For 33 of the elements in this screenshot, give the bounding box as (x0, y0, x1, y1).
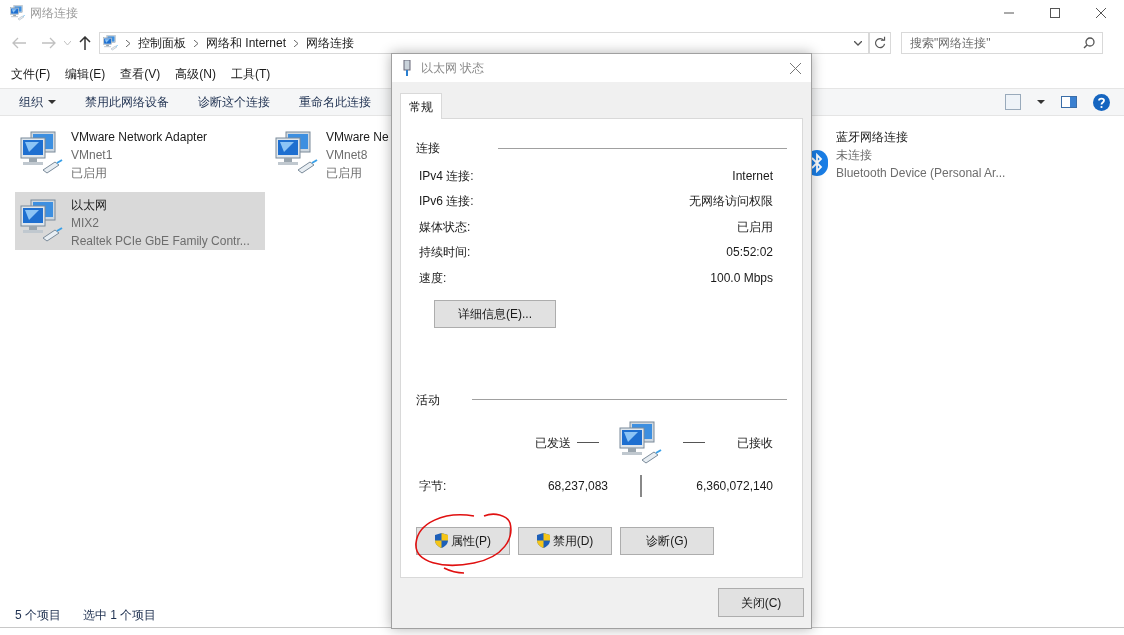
status-text: 5 个项目 (15, 607, 61, 624)
adapter-name: VMware Network Adapter (71, 129, 208, 146)
adapter-device: VMnet8 (326, 147, 369, 164)
adapter-name: VMware Ne (326, 129, 389, 146)
info-label: 速度: (419, 269, 447, 287)
info-value: 已启用 (737, 218, 773, 236)
adapter-status: 已启用 (326, 165, 363, 182)
adapter-name: 蓝牙网络连接 (836, 129, 909, 146)
status-text: 选中 1 个项目 (83, 607, 157, 624)
adapter-status: Realtek PCIe GbE Family Contr... (71, 233, 250, 250)
info-label: IPv4 连接: (419, 167, 474, 185)
section-heading: 活动 (416, 391, 440, 409)
bytes-sent: 68,237,083 (546, 477, 608, 495)
bytes-received: 6,360,072,140 (696, 477, 773, 495)
section-heading: 连接 (416, 140, 440, 157)
info-value: 05:52:02 (726, 244, 773, 262)
received-label: 已接收 (737, 434, 773, 452)
info-value: 无网络访问权限 (689, 193, 773, 211)
info-label: 媒体状态: (419, 218, 471, 236)
adapter-device: 未连接 (836, 147, 873, 164)
info-value: 100.0 Mbps (710, 269, 773, 287)
adapter-status: 已启用 (71, 165, 108, 182)
dialog-title: 以太网 状态 (421, 60, 485, 77)
adapter-status: Bluetooth Device (Personal Ar... (836, 165, 1006, 182)
info-label: IPv6 连接: (419, 193, 474, 211)
window-title: 网络连接 (30, 5, 78, 22)
adapter-name: 以太网 (71, 197, 108, 214)
adapter-device: VMnet1 (71, 147, 114, 164)
info-label: 持续时间: (419, 244, 471, 262)
sent-label: 已发送 (535, 434, 571, 452)
bytes-label: 字节: (419, 477, 448, 495)
info-value: Internet (732, 167, 773, 185)
adapter-device: MIX2 (71, 215, 100, 232)
